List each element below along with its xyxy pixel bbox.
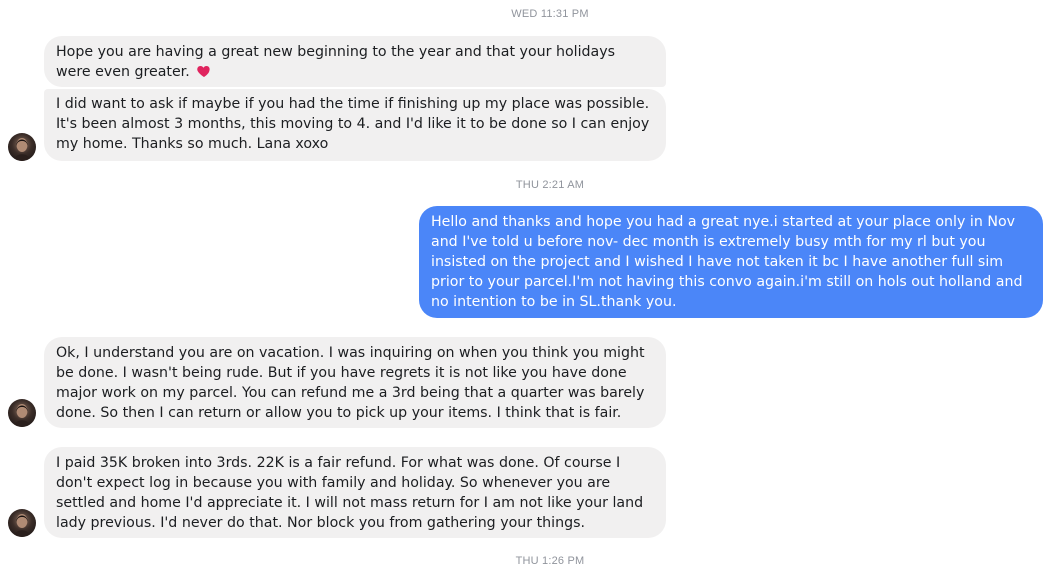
contact-avatar[interactable] [8, 509, 36, 537]
message-text: I paid 35K broken into 3rds. 22K is a fa… [56, 455, 644, 531]
heart-emoji-icon [196, 63, 212, 79]
timestamp: THU 2:21 AM [515, 179, 585, 191]
message-bubble-outgoing[interactable]: Hello and thanks and hope you had a grea… [419, 206, 1043, 318]
message-text: I did want to ask if maybe if you had th… [56, 96, 650, 152]
timestamp: THU 1:26 PM [515, 555, 585, 567]
timestamp: WED 11:31 PM [511, 8, 589, 20]
message-text: Hope you are having a great new beginnin… [56, 44, 616, 80]
message-bubble-incoming[interactable]: I did want to ask if maybe if you had th… [44, 89, 666, 161]
message-text: Ok, I understand you are on vacation. I … [56, 345, 645, 421]
message-text: Hello and thanks and hope you had a grea… [431, 214, 1023, 310]
message-bubble-incoming[interactable]: I paid 35K broken into 3rds. 22K is a fa… [44, 447, 666, 538]
contact-avatar[interactable] [8, 399, 36, 427]
message-bubble-incoming[interactable]: Ok, I understand you are on vacation. I … [44, 337, 666, 428]
contact-avatar[interactable] [8, 133, 36, 161]
message-bubble-incoming[interactable]: Hope you are having a great new beginnin… [44, 36, 666, 87]
